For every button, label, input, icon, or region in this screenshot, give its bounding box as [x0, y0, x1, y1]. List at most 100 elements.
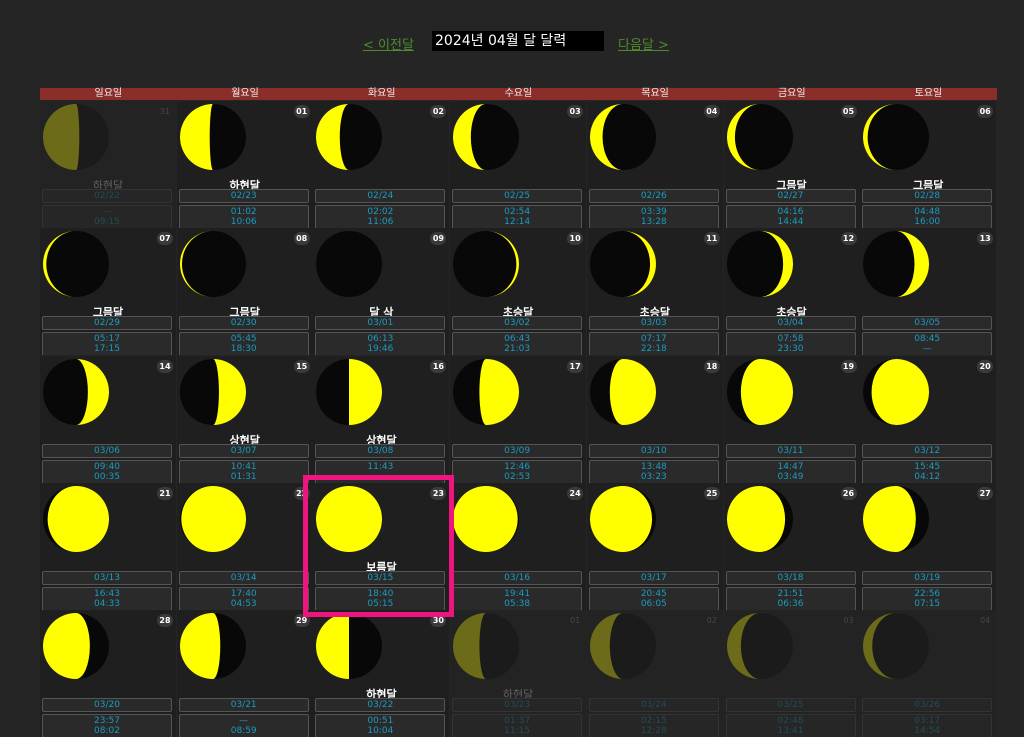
day-cell[interactable]: 01 하현달 03/23 01:37 11:15 — [450, 610, 587, 737]
moon-phase-icon — [316, 485, 383, 552]
moonset-time: 04:12 — [914, 471, 941, 482]
moonrise-time: 03:17 — [914, 716, 941, 727]
day-cell[interactable]: 09 달 삭 03/01 06:13 19:46 — [313, 228, 450, 356]
day-cell[interactable]: 06 그믐달 02/28 04:48 16:00 — [860, 101, 997, 228]
moonset-time: 18:30 — [230, 344, 257, 355]
moon-times: 02:15 12:28 — [588, 714, 719, 737]
day-cell[interactable]: 11 초승달 03/03 07:17 22:18 — [586, 228, 723, 356]
moonrise-time: 14:47 — [777, 461, 804, 472]
moonset-time: 05:38 — [504, 598, 531, 609]
lunar-date: 03/08 — [315, 443, 446, 458]
lunar-date: 03/13 — [42, 570, 172, 585]
next-month-link[interactable]: 다음달 > — [618, 34, 669, 53]
day-cell[interactable]: 24 03/16 19:41 05:38 — [450, 482, 587, 610]
day-cell[interactable]: 17 03/09 12:46 02:53 — [450, 355, 587, 483]
day-cell[interactable]: 29 03/21—08:59 — [176, 610, 313, 737]
day-cell[interactable]: 01 하현달 02/23 01:02 10:06 — [176, 101, 313, 228]
day-cell[interactable]: 10 초승달 03/02 06:43 21:03 — [450, 228, 587, 356]
lunar-date: 02/30 — [178, 316, 309, 331]
moonset-time: 05:15 — [367, 598, 394, 609]
day-number: 19 — [840, 359, 857, 373]
weekday-header: 일요일 월요일 화요일 수요일 목요일 금요일 토요일 — [40, 88, 997, 100]
day-cell[interactable]: 02 03/24 02:15 12:28 — [586, 610, 723, 737]
day-cell[interactable]: 13 03/05 08:45— — [860, 228, 997, 356]
lunar-date: 03/03 — [588, 316, 719, 331]
lunar-date: 03/14 — [178, 570, 309, 585]
day-cell[interactable]: 05 그믐달 02/27 04:16 14:44 — [723, 101, 860, 228]
lunar-date: 02/22 — [42, 189, 172, 203]
moon-phase-icon — [453, 358, 520, 425]
lunar-date: 03/07 — [178, 443, 309, 458]
moon-times: 14:47 03:49 — [725, 459, 856, 483]
moonrise-time: 22:56 — [914, 588, 941, 599]
moonrise-time: 13:48 — [640, 461, 667, 472]
day-number: 21 — [157, 486, 173, 500]
moonrise-time: 19:41 — [504, 588, 531, 599]
day-cell[interactable]: 31 하현달 02/22—09:15 — [40, 101, 176, 228]
moon-phase-icon — [863, 231, 930, 298]
day-cell[interactable]: 03 03/25 02:48 13:41 — [723, 610, 860, 737]
day-number: 08 — [293, 232, 310, 246]
lunar-date: 03/05 — [862, 316, 993, 331]
day-cell[interactable]: 26 03/18 21:51 06:36 — [723, 482, 860, 610]
moonrise-time: 00:51 — [367, 716, 394, 727]
moonset-time: 04:53 — [230, 598, 257, 609]
moonrise-time: — — [102, 207, 112, 217]
moonrise-time: 02:02 — [367, 207, 394, 217]
day-cell[interactable]: 04 02/26 03:39 13:28 — [586, 101, 723, 228]
lunar-date: 03/17 — [588, 570, 719, 585]
moonrise-time: 16:43 — [94, 588, 120, 599]
day-cell[interactable]: 15 상현달 03/07 10:41 01:31 — [176, 355, 313, 483]
day-cell[interactable]: 04 03/26 03:17 14:54 — [860, 610, 997, 737]
moon-phase-icon — [726, 358, 793, 425]
day-cell[interactable]: 12 초승달 03/04 07:58 23:30 — [723, 228, 860, 356]
day-cell[interactable]: 19 03/11 14:47 03:49 — [723, 355, 860, 483]
lunar-date: 02/24 — [315, 189, 446, 203]
day-cell[interactable]: 28 03/20 23:57 08:02 — [40, 610, 176, 737]
moonset-time: 23:30 — [777, 344, 804, 355]
moon-phase-icon — [43, 358, 109, 425]
lunar-date: 03/22 — [315, 698, 446, 713]
moonset-time: 21:03 — [504, 344, 531, 355]
moon-phase-icon — [589, 613, 656, 680]
lunar-date: 03/06 — [42, 443, 172, 458]
day-number: 17 — [567, 359, 584, 373]
moon-times: 04:48 16:00 — [862, 205, 993, 228]
moon-times: 20:45 06:05 — [588, 586, 719, 610]
day-cell[interactable]: 30 하현달 03/22 00:51 10:04 — [313, 610, 450, 737]
day-cell[interactable]: 18 03/10 13:48 03:23 — [586, 355, 723, 483]
day-cell[interactable]: 23 보름달 03/15 18:40 05:15 — [313, 482, 450, 610]
moon-phase-icon — [726, 231, 793, 298]
moon-times: —09:15 — [42, 205, 172, 228]
day-cell[interactable]: 16 상현달 03/08 11:43 — [313, 355, 450, 483]
day-cell[interactable]: 21 03/13 16:43 04:33 — [40, 482, 176, 610]
moon-times: 16:43 04:33 — [42, 586, 172, 610]
day-cell[interactable]: 08 그믐달 02/30 05:45 18:30 — [176, 228, 313, 356]
lunar-date: 03/10 — [588, 443, 719, 458]
day-cell[interactable]: 25 03/17 20:45 06:05 — [586, 482, 723, 610]
moon-phase-icon — [453, 231, 520, 298]
moon-times: 06:43 21:03 — [452, 332, 583, 356]
moonrise-time: 07:17 — [640, 334, 667, 345]
prev-month-link[interactable]: < 이전달 — [363, 34, 414, 53]
day-cell[interactable]: 27 03/19 22:56 07:15 — [860, 482, 997, 610]
day-cell[interactable]: 03 02/25 02:54 12:14 — [450, 101, 587, 228]
lunar-date: 03/12 — [862, 443, 993, 458]
moonset-time: 03:49 — [777, 471, 804, 482]
moon-times: 22:56 07:15 — [862, 586, 993, 610]
day-cell[interactable]: 20 03/12 15:45 04:12 — [860, 355, 997, 483]
lunar-date: 03/23 — [452, 698, 583, 713]
weekday-monday: 월요일 — [231, 88, 259, 99]
day-cell[interactable]: 02 02/24 02:02 11:06 — [313, 101, 450, 228]
moon-phase-icon — [179, 358, 246, 425]
lunar-date: 03/04 — [725, 316, 856, 331]
moonset-time: 09:15 — [94, 217, 120, 227]
moon-phase-icon — [726, 613, 793, 680]
day-cell[interactable]: 14 03/06 09:40 00:35 — [40, 355, 176, 483]
lunar-date: 02/23 — [178, 189, 309, 203]
moon-times: 10:41 01:31 — [178, 459, 309, 483]
moonrise-time: 08:45 — [914, 334, 941, 345]
moon-phase-icon — [43, 485, 109, 552]
day-cell[interactable]: 22 03/14 17:40 04:53 — [176, 482, 313, 610]
day-cell[interactable]: 07 그믐달 02/29 05:17 17:15 — [40, 228, 176, 356]
